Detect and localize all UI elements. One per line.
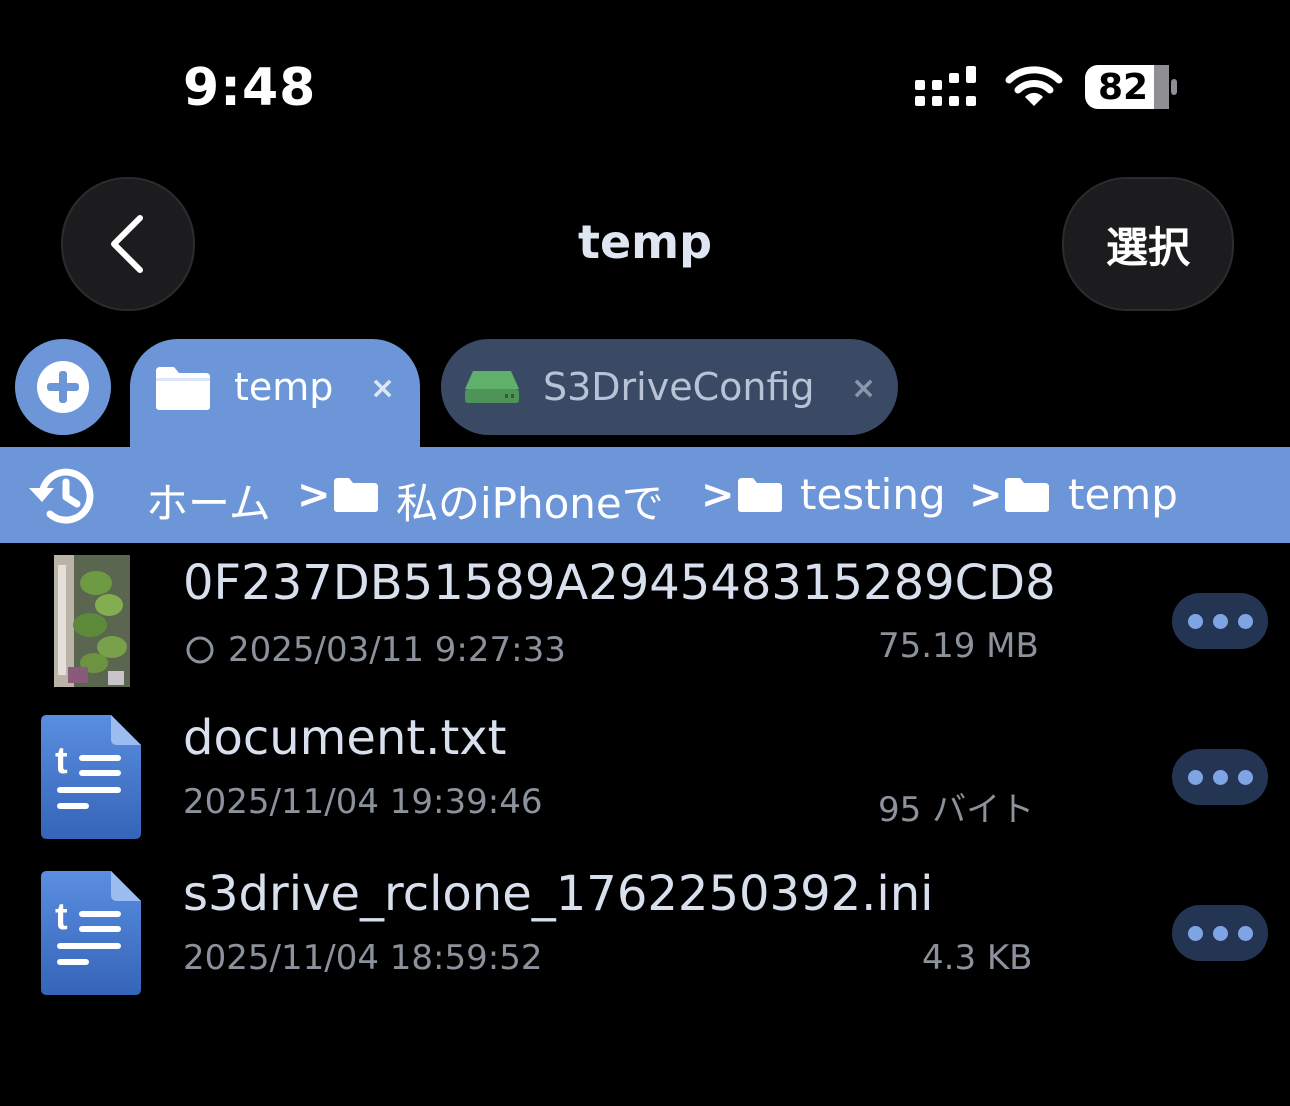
file-name: document.txt xyxy=(183,710,507,766)
file-date: 2025/03/11 9:27:33 xyxy=(228,630,566,670)
file-name: 0F237DB51589A294548315289CD8 xyxy=(183,555,1056,611)
file-date: 2025/11/04 18:59:52 xyxy=(183,938,543,978)
tab-close-button[interactable]: × xyxy=(370,371,395,406)
tab-s3driveconfig[interactable]: S3DriveConfig × xyxy=(441,339,898,435)
breadcrumb-item-testing[interactable]: testing xyxy=(800,470,946,519)
more-button[interactable] xyxy=(1172,593,1268,649)
more-icon xyxy=(1187,613,1203,629)
folder-icon xyxy=(738,478,782,512)
breadcrumb-separator: > xyxy=(297,472,331,518)
tab-label: S3DriveConfig xyxy=(543,365,815,409)
file-size: 4.3 KB xyxy=(922,938,1033,978)
add-tab-button[interactable] xyxy=(15,339,111,435)
breadcrumb-item-iphone[interactable]: 私のiPhoneで xyxy=(396,470,664,531)
breadcrumb-separator: > xyxy=(701,472,735,518)
tab-label: temp xyxy=(234,365,334,409)
svg-text:t: t xyxy=(55,896,68,938)
folder-icon xyxy=(156,367,210,410)
tab-temp[interactable]: temp × xyxy=(130,339,420,459)
select-button[interactable]: 選択 xyxy=(1062,177,1234,311)
text-file-icon: t xyxy=(41,715,141,839)
wifi-icon xyxy=(1005,66,1063,106)
breadcrumb-item-home[interactable]: ホーム xyxy=(146,470,271,531)
signal-icon xyxy=(915,66,976,106)
folder-icon xyxy=(1005,478,1049,512)
plus-circle-icon xyxy=(37,361,89,413)
circle-outline-icon xyxy=(186,636,214,664)
more-icon xyxy=(1187,769,1203,785)
drive-icon xyxy=(465,371,519,403)
status-time: 9:48 xyxy=(183,58,317,118)
file-date: 2025/11/04 19:39:46 xyxy=(183,782,543,822)
more-button[interactable] xyxy=(1172,749,1268,805)
photo-thumbnail xyxy=(54,555,130,687)
tab-close-button[interactable]: × xyxy=(851,371,876,406)
breadcrumb-item-temp[interactable]: temp xyxy=(1068,470,1178,519)
breadcrumb-separator: > xyxy=(969,472,1003,518)
file-size: 75.19 MB xyxy=(878,626,1039,666)
battery-indicator: 82 xyxy=(1084,64,1178,110)
more-button[interactable] xyxy=(1172,905,1268,961)
svg-text:t: t xyxy=(55,740,68,782)
file-size: 95 バイト xyxy=(878,790,1035,830)
more-icon xyxy=(1187,925,1203,941)
battery-level: 82 xyxy=(1098,67,1149,108)
folder-icon xyxy=(334,478,378,512)
history-icon[interactable] xyxy=(26,466,94,526)
file-name: s3drive_rclone_1762250392.ini xyxy=(183,866,934,922)
text-file-icon: t xyxy=(41,871,141,995)
